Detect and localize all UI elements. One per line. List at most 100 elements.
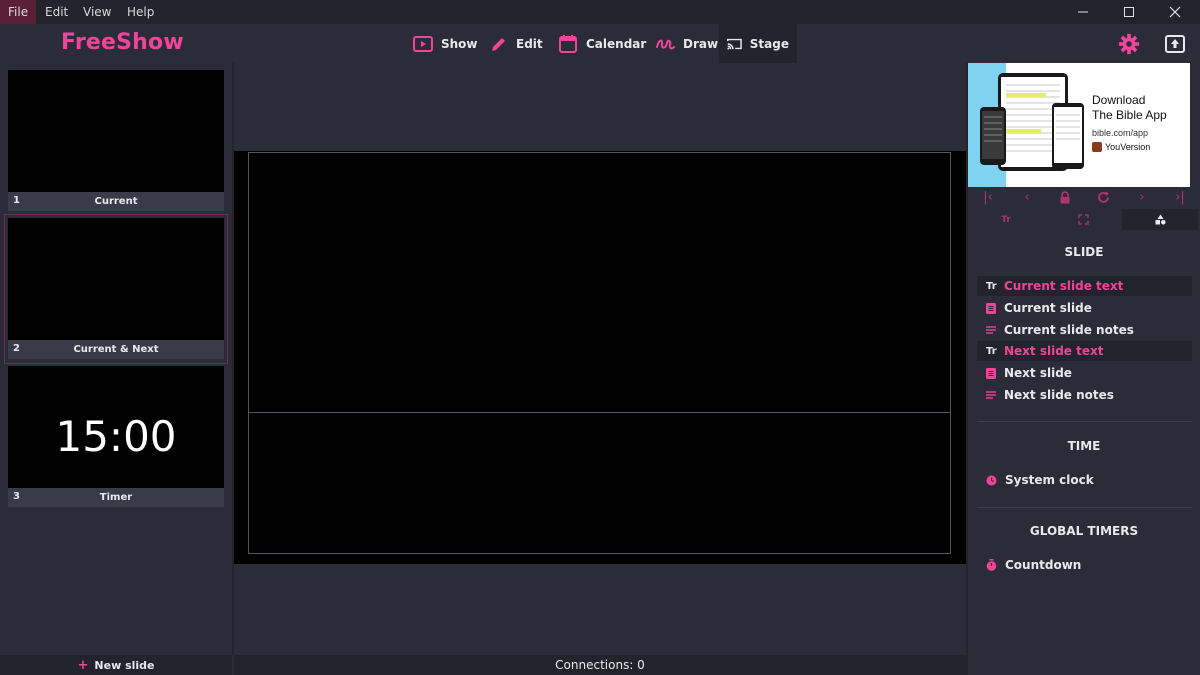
new-slide-button[interactable]: + New slide	[0, 655, 232, 675]
slide-number: 2	[13, 343, 20, 354]
refresh-button[interactable]	[1090, 189, 1116, 205]
nav-draw-label: Draw	[683, 36, 719, 51]
item-label: Current slide notes	[1004, 323, 1134, 337]
slide-label: 1 Current	[8, 192, 224, 211]
slide-name: Current	[94, 196, 138, 207]
show-icon	[413, 35, 433, 52]
slide-thumbnail-current-next[interactable]	[8, 218, 224, 358]
nav-stage[interactable]: Stage	[719, 24, 797, 63]
item-label: Next slide notes	[1004, 388, 1114, 402]
item-next-slide[interactable]: Next slide	[977, 363, 1192, 383]
tab-text[interactable]: Tr	[968, 209, 1044, 230]
nav-show[interactable]: Show	[405, 24, 486, 63]
menu-help[interactable]: Help	[119, 0, 162, 24]
calendar-icon	[559, 34, 577, 53]
nav-calendar[interactable]: Calendar	[550, 24, 654, 63]
nav-calendar-label: Calendar	[586, 36, 647, 51]
tab-fullscreen[interactable]	[1045, 209, 1121, 230]
slide-label: 3 Timer	[8, 488, 224, 507]
cast-icon	[727, 38, 742, 50]
ad-headline-line2: The Bible App	[1092, 108, 1167, 122]
tab-items[interactable]	[1122, 209, 1198, 230]
chevron-left-icon: ‹	[1024, 189, 1030, 205]
ad-headline-line1: Download	[1092, 93, 1146, 107]
section-title-global-timers: GLOBAL TIMERS	[1029, 524, 1139, 538]
item-label: Next slide	[1004, 366, 1072, 380]
shapes-icon	[1155, 214, 1166, 225]
close-button[interactable]	[1152, 0, 1198, 24]
minimize-icon	[1078, 11, 1088, 13]
item-label: Countdown	[1005, 558, 1082, 572]
slide-thumbnail-timer[interactable]: 15:00	[8, 366, 224, 506]
section-title-time: TIME	[1067, 439, 1101, 453]
item-label: System clock	[1005, 473, 1094, 487]
bible-app-ad[interactable]: Download The Bible App bible.com/app You…	[968, 63, 1190, 187]
output-icon	[1165, 35, 1185, 53]
settings-button[interactable]	[1117, 32, 1141, 56]
new-slide-label: New slide	[94, 658, 155, 672]
fullscreen-icon	[1077, 214, 1089, 225]
item-next-slide-notes[interactable]: Next slide notes	[977, 385, 1192, 405]
text-icon: Tr	[986, 280, 997, 292]
draw-icon	[656, 39, 675, 49]
skip-last-icon: ›|	[1175, 189, 1185, 205]
menu-bar	[0, 0, 1200, 24]
slide-icon	[986, 302, 996, 314]
skip-first-icon: |‹	[983, 189, 993, 205]
last-slide-button[interactable]: ›|	[1167, 189, 1193, 205]
section-title-slide: SLIDE	[1064, 245, 1104, 259]
item-label: Next slide text	[1004, 344, 1104, 358]
slide-number: 3	[13, 491, 20, 502]
item-current-slide-notes[interactable]: Current slide notes	[977, 320, 1192, 340]
nav-show-label: Show	[441, 36, 478, 51]
gear-icon	[1118, 33, 1140, 55]
ad-brand-name: YouVersion	[1105, 142, 1151, 152]
timer-text: 15:00	[55, 411, 177, 461]
item-label: Current slide text	[1004, 279, 1124, 293]
close-icon	[1169, 6, 1181, 18]
bible-icon	[1092, 142, 1102, 152]
slide-thumbnail-current[interactable]	[8, 70, 224, 210]
ad-headline: Download The Bible App	[1092, 93, 1167, 123]
item-current-slide[interactable]: Current slide	[977, 298, 1192, 318]
pencil-icon	[492, 37, 505, 51]
next-slide-textbox[interactable]	[248, 412, 951, 554]
first-slide-button[interactable]: |‹	[975, 189, 1001, 205]
section-divider	[977, 507, 1192, 508]
slide-name: Current & Next	[73, 344, 159, 355]
slide-label: 2 Current & Next	[8, 340, 224, 359]
text-icon: Tr	[986, 345, 997, 357]
connections-status: Connections: 0	[555, 658, 645, 672]
output-button[interactable]	[1163, 32, 1187, 56]
previous-slide-button[interactable]: ‹	[1014, 189, 1040, 205]
timer-icon	[986, 559, 997, 571]
notes-icon	[986, 391, 996, 399]
lock-icon	[1060, 190, 1070, 203]
section-divider	[977, 421, 1192, 422]
notes-icon	[986, 326, 996, 334]
text-format-icon: Tr	[1001, 214, 1011, 225]
item-countdown[interactable]: Countdown	[977, 555, 1192, 575]
nav-edit-label: Edit	[516, 36, 543, 51]
ad-brand: YouVersion	[1092, 142, 1150, 152]
item-current-slide-text[interactable]: Tr Current slide text	[977, 276, 1192, 296]
slide-number: 1	[13, 195, 20, 206]
menu-edit[interactable]: Edit	[37, 0, 76, 24]
item-label: Current slide	[1004, 301, 1092, 315]
slide-icon	[986, 367, 996, 379]
next-slide-button[interactable]: ›	[1129, 189, 1155, 205]
lock-button[interactable]	[1052, 189, 1078, 205]
item-next-slide-text[interactable]: Tr Next slide text	[977, 341, 1192, 361]
ad-url: bible.com/app	[1092, 128, 1149, 138]
current-slide-textbox[interactable]	[248, 152, 951, 413]
nav-edit[interactable]: Edit	[482, 24, 551, 63]
menu-view[interactable]: View	[75, 0, 119, 24]
status-bar: Connections: 0	[234, 655, 966, 675]
item-system-clock[interactable]: System clock	[977, 470, 1192, 490]
maximize-button[interactable]	[1106, 0, 1152, 24]
plus-icon: +	[77, 657, 89, 673]
minimize-button[interactable]	[1060, 0, 1106, 24]
nav-draw[interactable]: Draw	[647, 24, 726, 63]
maximize-icon	[1124, 7, 1134, 17]
menu-file[interactable]: File	[0, 0, 37, 24]
